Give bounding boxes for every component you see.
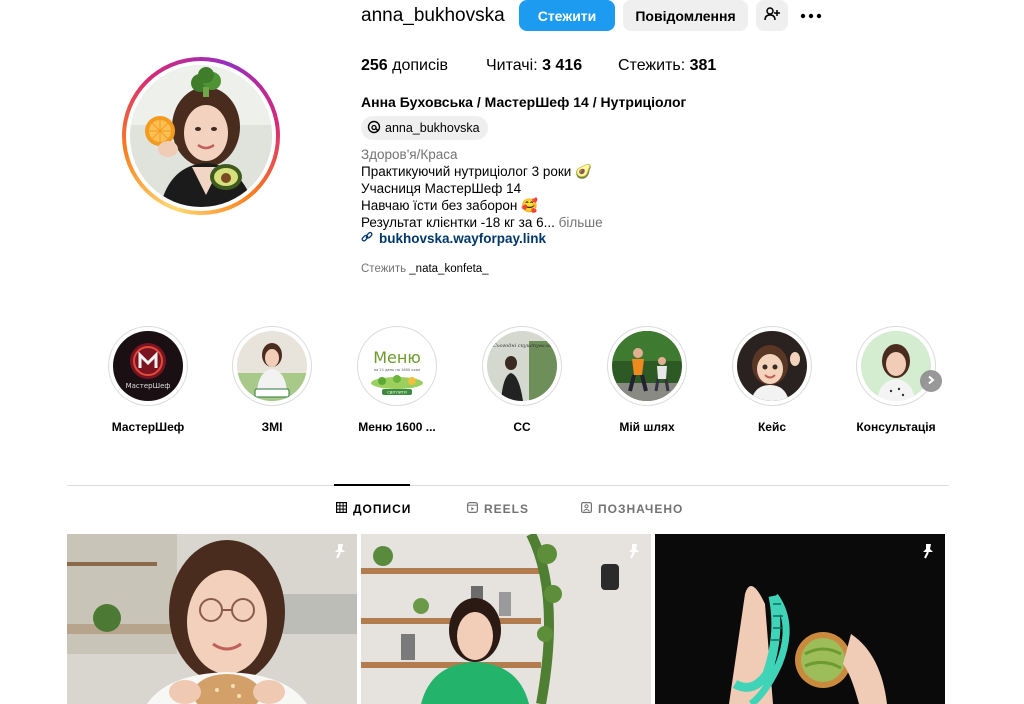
- highlight-label: ЗМІ: [261, 420, 283, 434]
- profile-full-name: Анна Буховська / МастерШеф 14 / Нутриціо…: [361, 94, 687, 110]
- highlight-label: СС: [513, 420, 531, 434]
- bio-line: Практикуючий нутриціолог 3 роки 🥑: [361, 164, 592, 179]
- svg-text:на 21 день по 1600 ккал: на 21 день по 1600 ккал: [374, 368, 421, 372]
- active-tab-indicator: [334, 484, 410, 486]
- post-thumbnail[interactable]: [67, 534, 357, 704]
- post-thumbnail[interactable]: [361, 534, 651, 704]
- pin-icon: [625, 542, 643, 560]
- message-button[interactable]: Повідомлення: [623, 0, 748, 31]
- svg-text:МастерШеф: МастерШеф: [126, 382, 171, 390]
- threads-handle: anna_bukhovska: [385, 121, 480, 135]
- following-count[interactable]: Стежить: 381: [618, 57, 716, 75]
- svg-text:Меню: Меню: [373, 348, 421, 367]
- profile-category: Здоров'я/Краса: [361, 147, 458, 162]
- more-options-button[interactable]: [798, 4, 824, 26]
- posts-count: 256 дописів: [361, 57, 449, 74]
- threads-badge[interactable]: anna_bukhovska: [361, 116, 488, 140]
- highlight-cover: [737, 331, 807, 401]
- highlight-my-path[interactable]: Мій шлях: [602, 326, 692, 434]
- avatar: [130, 65, 272, 207]
- highlight-label: Меню 1600 ...: [358, 420, 436, 434]
- highlight-cover: [612, 331, 682, 401]
- highlight-cover: Меню на 21 день по 1600 ккал СВІТЛИТИ: [362, 331, 432, 401]
- tab-reels[interactable]: REELS: [467, 502, 529, 516]
- highlight-cover: [861, 331, 931, 401]
- bio-more-link[interactable]: більше: [555, 215, 603, 230]
- post-thumbnail[interactable]: [655, 534, 945, 704]
- tabs-divider: [67, 485, 949, 486]
- highlight-cover: МастерШеф: [113, 331, 183, 401]
- bio-line: Учасниця МастерШеф 14: [361, 181, 522, 196]
- highlight-cover: [237, 331, 307, 401]
- bio-line: Результат клієнтки -18 кг за 6... більше: [361, 215, 603, 230]
- pin-icon: [331, 542, 349, 560]
- highlight-cover: Сьогодні скуштувала: [487, 331, 557, 401]
- suggested-users-button[interactable]: [756, 0, 788, 31]
- highlight-masterchef[interactable]: МастерШеф МастерШеф: [103, 326, 193, 434]
- add-person-icon: [764, 6, 780, 25]
- followed-by[interactable]: Стежить _nata_konfeta_: [361, 263, 489, 275]
- highlight-label: МастерШеф: [111, 420, 185, 434]
- bio-line: Навчаю їсти без заборон 🥰: [361, 198, 538, 213]
- threads-icon: [367, 120, 381, 137]
- followers-count[interactable]: Читачі: 3 416: [486, 57, 582, 75]
- pin-icon: [919, 542, 937, 560]
- chevron-right-icon: [926, 372, 936, 390]
- link-icon: [361, 231, 373, 246]
- tagged-icon: [581, 502, 593, 516]
- highlight-label: Консультація: [856, 420, 936, 434]
- profile-avatar-ring[interactable]: [122, 57, 280, 215]
- highlight-case[interactable]: Кейс: [727, 326, 817, 434]
- highlight-media[interactable]: ЗМІ: [227, 326, 317, 434]
- more-icon: [800, 6, 822, 24]
- reels-icon: [467, 502, 479, 516]
- grid-icon: [336, 502, 348, 516]
- svg-text:Сьогодні скуштувала: Сьогодні скуштувала: [493, 343, 551, 349]
- highlights-next-button[interactable]: [920, 370, 942, 392]
- tab-tagged[interactable]: ПОЗНАЧЕНО: [581, 502, 683, 516]
- highlight-menu[interactable]: Меню на 21 день по 1600 ккал СВІТЛИТИ Ме…: [352, 326, 442, 434]
- external-link[interactable]: bukhovska.wayforpay.link: [361, 231, 546, 246]
- profile-username: anna_bukhovska: [361, 5, 505, 26]
- svg-text:СВІТЛИТИ: СВІТЛИТИ: [387, 390, 407, 395]
- highlight-cc[interactable]: Сьогодні скуштувала СС: [477, 326, 567, 434]
- highlight-label: Мій шлях: [619, 420, 675, 434]
- highlight-label: Кейс: [757, 420, 787, 434]
- tab-posts[interactable]: ДОПИСИ: [336, 502, 411, 516]
- follow-button[interactable]: Стежити: [519, 0, 615, 31]
